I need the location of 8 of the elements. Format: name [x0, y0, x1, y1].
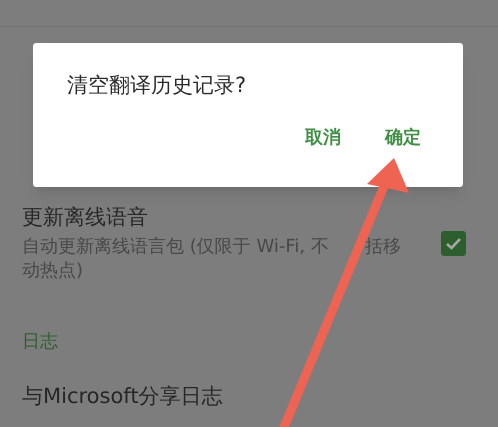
- section-header: 日志: [22, 331, 58, 352]
- dialog-title: 清空翻译历史记录?: [67, 72, 248, 98]
- setting-title: 与Microsoft分享日志: [22, 383, 224, 410]
- checkbox[interactable]: [441, 230, 466, 256]
- dialog-button[interactable]: 取消: [303, 126, 343, 150]
- setting-title: 更新离线语音: [22, 204, 149, 231]
- checkmark-icon: [445, 236, 462, 250]
- dialog-button[interactable]: 确定: [383, 126, 423, 150]
